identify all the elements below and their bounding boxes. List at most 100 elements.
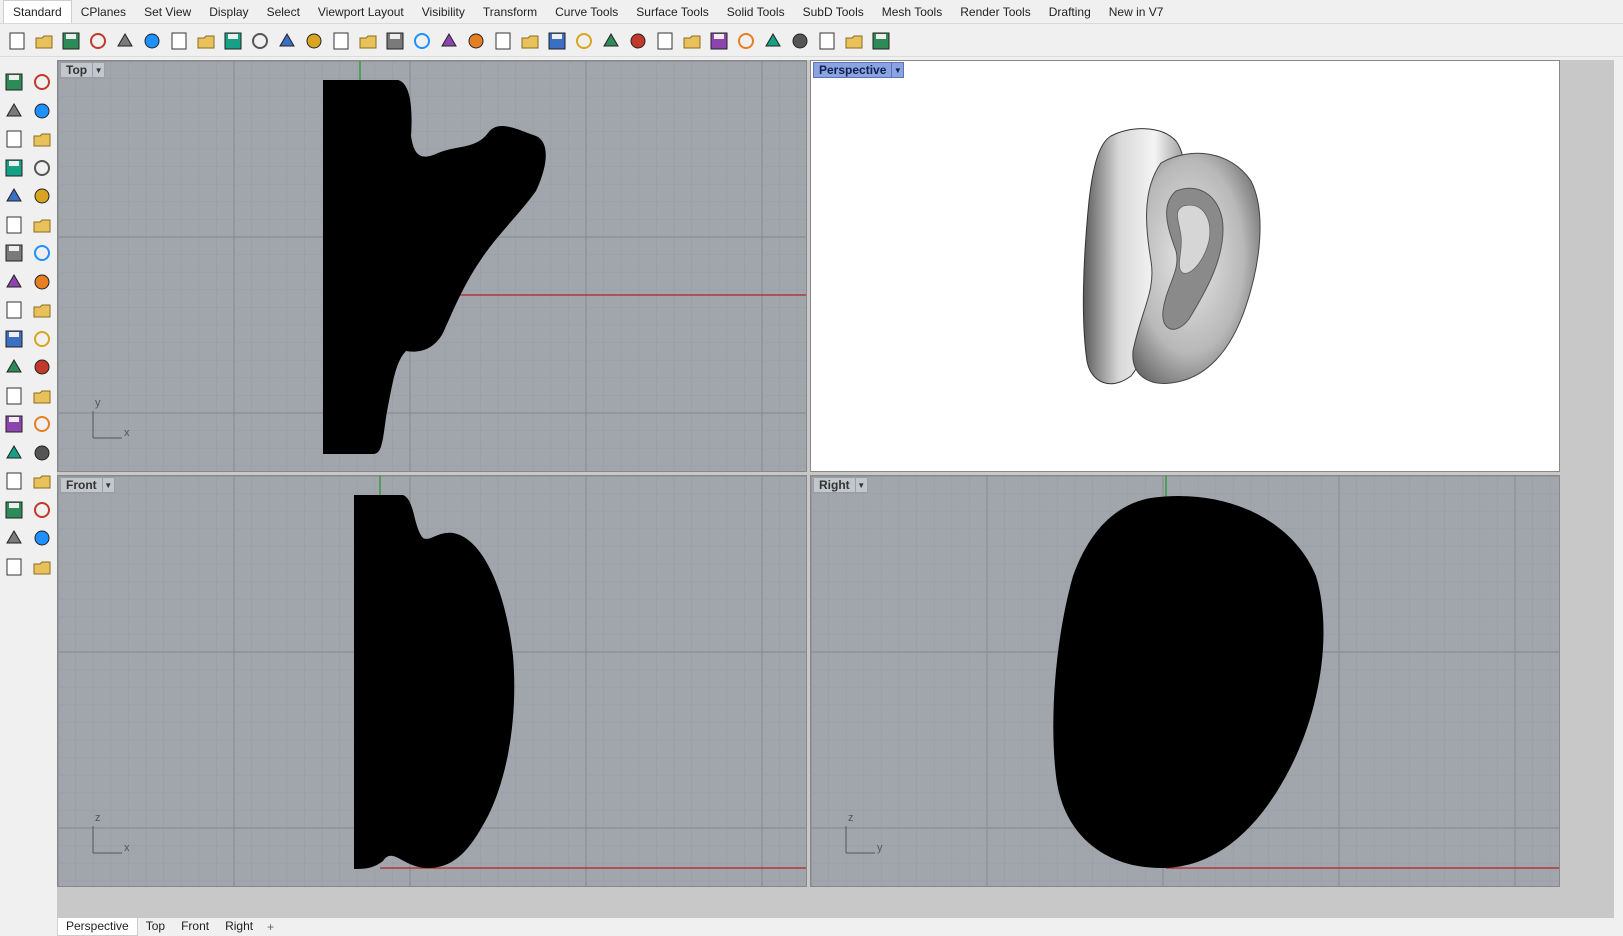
curve-edit-icon[interactable] bbox=[0, 382, 28, 411]
polyline-icon[interactable] bbox=[0, 97, 28, 126]
highlighter-icon[interactable] bbox=[759, 27, 786, 54]
cylinder-solid-icon[interactable] bbox=[0, 268, 28, 297]
transform-move-icon[interactable] bbox=[0, 325, 28, 354]
undo-view-icon[interactable] bbox=[408, 27, 435, 54]
text-object-icon[interactable] bbox=[0, 410, 28, 439]
polygon-arc-icon[interactable] bbox=[0, 182, 28, 211]
chevron-down-icon[interactable]: ▼ bbox=[101, 478, 114, 492]
car-display-icon[interactable] bbox=[489, 27, 516, 54]
zoom-window-icon[interactable] bbox=[327, 27, 354, 54]
extrude-solid-icon[interactable] bbox=[0, 524, 28, 553]
viewport-top[interactable]: Top ▼ y x bbox=[57, 60, 807, 472]
circle-icon[interactable] bbox=[0, 125, 28, 154]
undo-icon[interactable] bbox=[219, 27, 246, 54]
viewport-tab-perspective[interactable]: Perspective bbox=[57, 918, 138, 936]
viewport-perspective[interactable]: Perspective ▼ bbox=[810, 60, 1560, 472]
car-properties-icon[interactable] bbox=[462, 27, 489, 54]
circle-dim-icon[interactable] bbox=[516, 27, 543, 54]
grid-array-icon[interactable] bbox=[0, 496, 28, 525]
viewport-tab-top[interactable]: Top bbox=[138, 918, 173, 936]
chevron-down-icon[interactable]: ▼ bbox=[854, 478, 867, 492]
gumball-icon[interactable] bbox=[28, 325, 56, 354]
ellipse-icon[interactable] bbox=[28, 125, 56, 154]
tab-standard[interactable]: Standard bbox=[3, 0, 72, 23]
tab-cplanes[interactable]: CPlanes bbox=[72, 1, 135, 23]
print-icon[interactable] bbox=[84, 27, 111, 54]
new-file-icon[interactable] bbox=[3, 27, 30, 54]
open-folder-icon[interactable] bbox=[30, 27, 57, 54]
lock-icon[interactable] bbox=[597, 27, 624, 54]
viewport-right[interactable]: Right ▼ z y bbox=[810, 475, 1560, 887]
box-mesh-icon[interactable] bbox=[0, 467, 28, 496]
pan-hand-icon[interactable] bbox=[246, 27, 273, 54]
viewport-label-perspective[interactable]: Perspective ▼ bbox=[813, 62, 905, 78]
paste-icon[interactable] bbox=[192, 27, 219, 54]
viewport-tab-front[interactable]: Front bbox=[173, 918, 217, 936]
rotate-view-icon[interactable] bbox=[273, 27, 300, 54]
tab-viewport-layout[interactable]: Viewport Layout bbox=[309, 1, 413, 23]
save-icon[interactable] bbox=[57, 27, 84, 54]
light-bulb-icon[interactable] bbox=[570, 27, 597, 54]
settings-gear-icon[interactable] bbox=[786, 27, 813, 54]
point-icon[interactable] bbox=[28, 68, 56, 97]
chevron-down-icon[interactable]: ▼ bbox=[92, 63, 104, 77]
viewport-front[interactable]: Front ▼ z x bbox=[57, 475, 807, 887]
color-picker-icon[interactable] bbox=[624, 27, 651, 54]
sphere-shaded-icon[interactable] bbox=[705, 27, 732, 54]
blend-curve-icon[interactable] bbox=[28, 382, 56, 411]
tab-display[interactable]: Display bbox=[200, 1, 257, 23]
box-solid-icon[interactable] bbox=[0, 239, 28, 268]
tab-drafting[interactable]: Drafting bbox=[1040, 1, 1100, 23]
viewport-tab-right[interactable]: Right bbox=[217, 918, 261, 936]
curve-control-icon[interactable] bbox=[28, 97, 56, 126]
zoom-extents-icon[interactable] bbox=[354, 27, 381, 54]
import-icon[interactable] bbox=[111, 27, 138, 54]
tab-solid-tools[interactable]: Solid Tools bbox=[718, 1, 794, 23]
extrude-surface-icon[interactable] bbox=[28, 211, 56, 240]
viewport-label-top[interactable]: Top ▼ bbox=[60, 62, 106, 78]
layers-icon[interactable] bbox=[28, 553, 56, 582]
tab-visibility[interactable]: Visibility bbox=[413, 1, 474, 23]
group-objects-icon[interactable] bbox=[0, 439, 28, 468]
color-wheel-icon[interactable] bbox=[651, 27, 678, 54]
polygon-icon[interactable] bbox=[0, 154, 28, 183]
boolean-union-icon[interactable] bbox=[28, 239, 56, 268]
render-globe-icon[interactable] bbox=[840, 27, 867, 54]
tab-render-tools[interactable]: Render Tools bbox=[951, 1, 1040, 23]
array-icon[interactable] bbox=[28, 410, 56, 439]
sphere-cluster-icon[interactable] bbox=[28, 353, 56, 382]
tab-subd-tools[interactable]: SubD Tools bbox=[794, 1, 873, 23]
tab-mesh-tools[interactable]: Mesh Tools bbox=[873, 1, 951, 23]
boolean-tools-icon[interactable] bbox=[0, 353, 28, 382]
align-icon[interactable] bbox=[28, 496, 56, 525]
mesh-tool-icon[interactable] bbox=[0, 296, 28, 325]
add-viewport-tab-button[interactable]: + bbox=[261, 920, 280, 934]
chevron-down-icon[interactable]: ▼ bbox=[891, 63, 903, 77]
osnap-icon[interactable] bbox=[543, 27, 570, 54]
crop-layout-icon[interactable] bbox=[813, 27, 840, 54]
explode-icon[interactable] bbox=[28, 296, 56, 325]
rectangle-icon[interactable] bbox=[28, 154, 56, 183]
zoom-icon[interactable] bbox=[300, 27, 327, 54]
fillet-curve-icon[interactable] bbox=[28, 182, 56, 211]
shade-icon[interactable] bbox=[0, 553, 28, 582]
tab-select[interactable]: Select bbox=[258, 1, 309, 23]
tab-curve-tools[interactable]: Curve Tools bbox=[546, 1, 627, 23]
tab-new-in-v7[interactable]: New in V7 bbox=[1100, 1, 1173, 23]
four-viewports-icon[interactable] bbox=[435, 27, 462, 54]
viewport-label-front[interactable]: Front ▼ bbox=[60, 477, 115, 493]
check-mark-icon[interactable] bbox=[28, 524, 56, 553]
tab-set-view[interactable]: Set View bbox=[135, 1, 200, 23]
zoom-selected-icon[interactable] bbox=[381, 27, 408, 54]
surface-from-points-icon[interactable] bbox=[0, 211, 28, 240]
sphere-gray-icon[interactable] bbox=[678, 27, 705, 54]
edit-points-icon[interactable] bbox=[28, 439, 56, 468]
select-arrow-icon[interactable] bbox=[0, 68, 28, 97]
copy-icon[interactable] bbox=[165, 27, 192, 54]
tab-transform[interactable]: Transform bbox=[474, 1, 546, 23]
cut-icon[interactable] bbox=[138, 27, 165, 54]
ruler-icon[interactable] bbox=[28, 467, 56, 496]
viewport-label-right[interactable]: Right ▼ bbox=[813, 477, 868, 493]
tab-surface-tools[interactable]: Surface Tools bbox=[627, 1, 718, 23]
plane-surface-icon[interactable] bbox=[28, 268, 56, 297]
